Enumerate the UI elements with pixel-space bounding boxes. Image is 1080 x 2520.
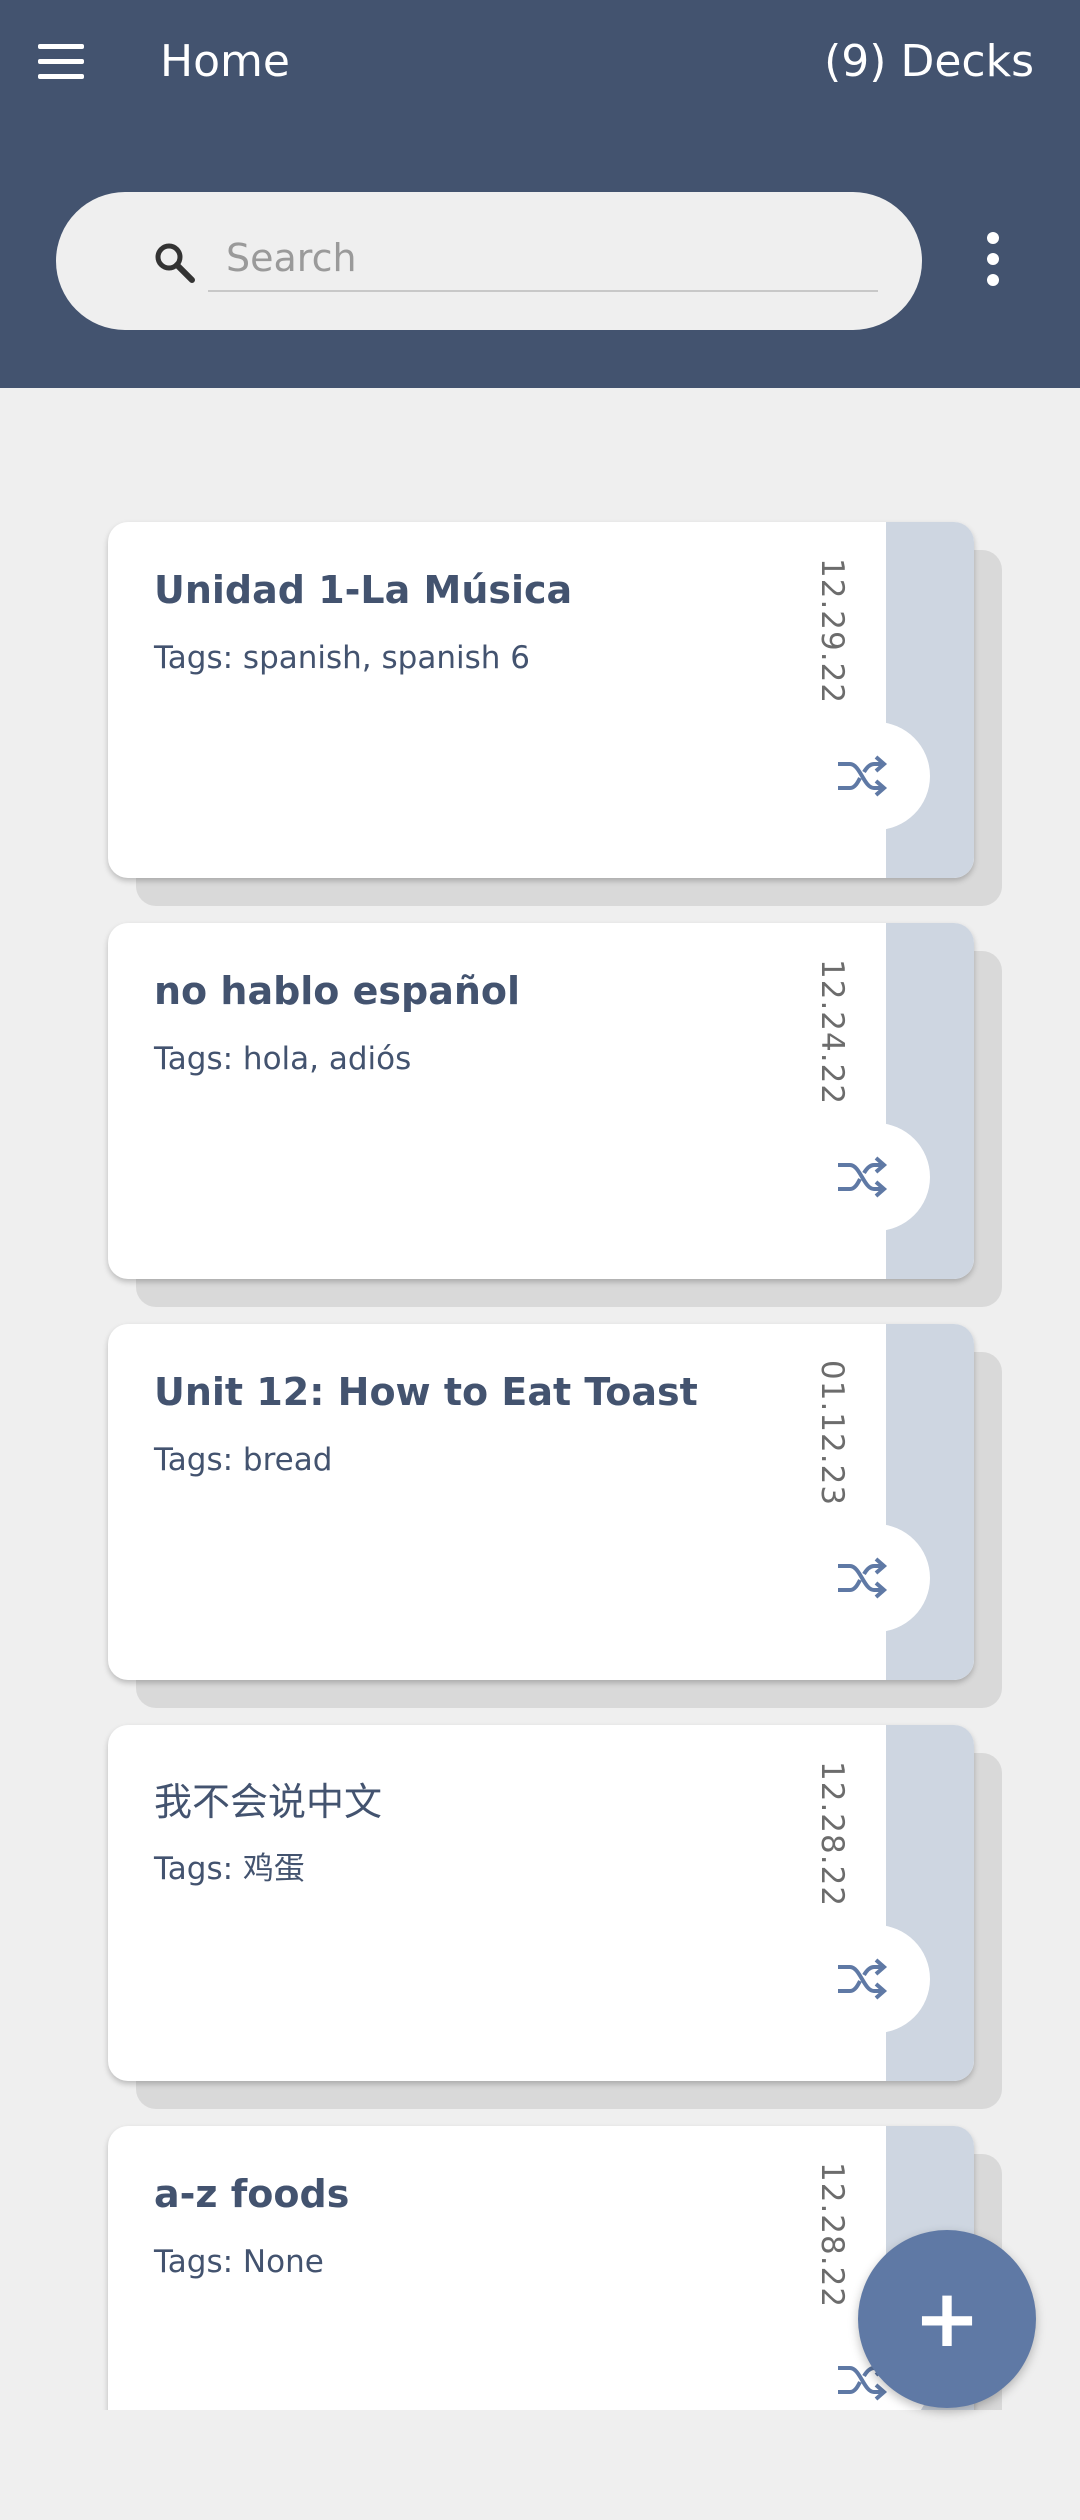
deck-date: 01.12.23	[814, 1360, 850, 1507]
deck-date: 12.28.22	[814, 1761, 850, 1908]
deck-date: 12.24.22	[814, 959, 850, 1106]
deck-date: 12.29.22	[814, 558, 850, 705]
deck-title: 我不会说中文	[154, 1780, 383, 1824]
deck-date: 12.28.22	[814, 2162, 850, 2309]
deck-title: a-z foods	[154, 2172, 350, 2216]
deck-card[interactable]: no hablo español Tags: hola, adiós 12.24…	[108, 923, 1002, 1307]
shuffle-button[interactable]	[822, 722, 930, 830]
deck-title: Unit 12: How to Eat Toast	[154, 1370, 698, 1414]
deck-tags: Tags: None	[154, 2244, 324, 2280]
deck-card-body[interactable]: Unidad 1-La Música Tags: spanish, spanis…	[108, 522, 974, 878]
shuffle-button[interactable]	[822, 1524, 930, 1632]
search-icon	[155, 243, 195, 283]
add-deck-button[interactable]: +	[858, 2230, 1036, 2408]
shuffle-icon	[838, 755, 888, 797]
shuffle-icon	[838, 1958, 888, 2000]
shuffle-button[interactable]	[822, 1123, 930, 1231]
search-input[interactable]	[208, 232, 878, 292]
page-title: Home	[160, 36, 290, 87]
deck-card[interactable]: a-z foods Tags: None 12.28.22	[108, 2126, 1002, 2410]
menu-icon[interactable]	[38, 44, 84, 80]
deck-title: Unidad 1-La Música	[154, 568, 573, 612]
deck-card[interactable]: Unidad 1-La Música Tags: spanish, spanis…	[108, 522, 1002, 906]
deck-tags: Tags: hola, adiós	[154, 1041, 412, 1077]
deck-list: Unidad 1-La Música Tags: spanish, spanis…	[0, 388, 1080, 2410]
deck-card-body[interactable]: a-z foods Tags: None 12.28.22	[108, 2126, 974, 2410]
deck-card[interactable]: Unit 12: How to Eat Toast Tags: bread 01…	[108, 1324, 1002, 1708]
shuffle-button[interactable]	[822, 1925, 930, 2033]
add-icon: +	[913, 2272, 981, 2365]
deck-card-body[interactable]: Unit 12: How to Eat Toast Tags: bread 01…	[108, 1324, 974, 1680]
deck-tags: Tags: bread	[154, 1442, 333, 1478]
more-vert-icon[interactable]	[984, 232, 1002, 286]
app-header: Home (9) Decks	[0, 0, 1080, 388]
deck-tags: Tags: 鸡蛋	[154, 1851, 305, 1887]
shuffle-icon	[838, 1156, 888, 1198]
deck-tags: Tags: spanish, spanish 6	[154, 640, 530, 676]
deck-title: no hablo español	[154, 969, 521, 1013]
deck-card-body[interactable]: 我不会说中文 Tags: 鸡蛋 12.28.22	[108, 1725, 974, 2081]
deck-count: (9) Decks	[824, 36, 1034, 87]
shuffle-icon	[838, 1557, 888, 1599]
deck-card[interactable]: 我不会说中文 Tags: 鸡蛋 12.28.22	[108, 1725, 1002, 2109]
deck-card-body[interactable]: no hablo español Tags: hola, adiós 12.24…	[108, 923, 974, 1279]
